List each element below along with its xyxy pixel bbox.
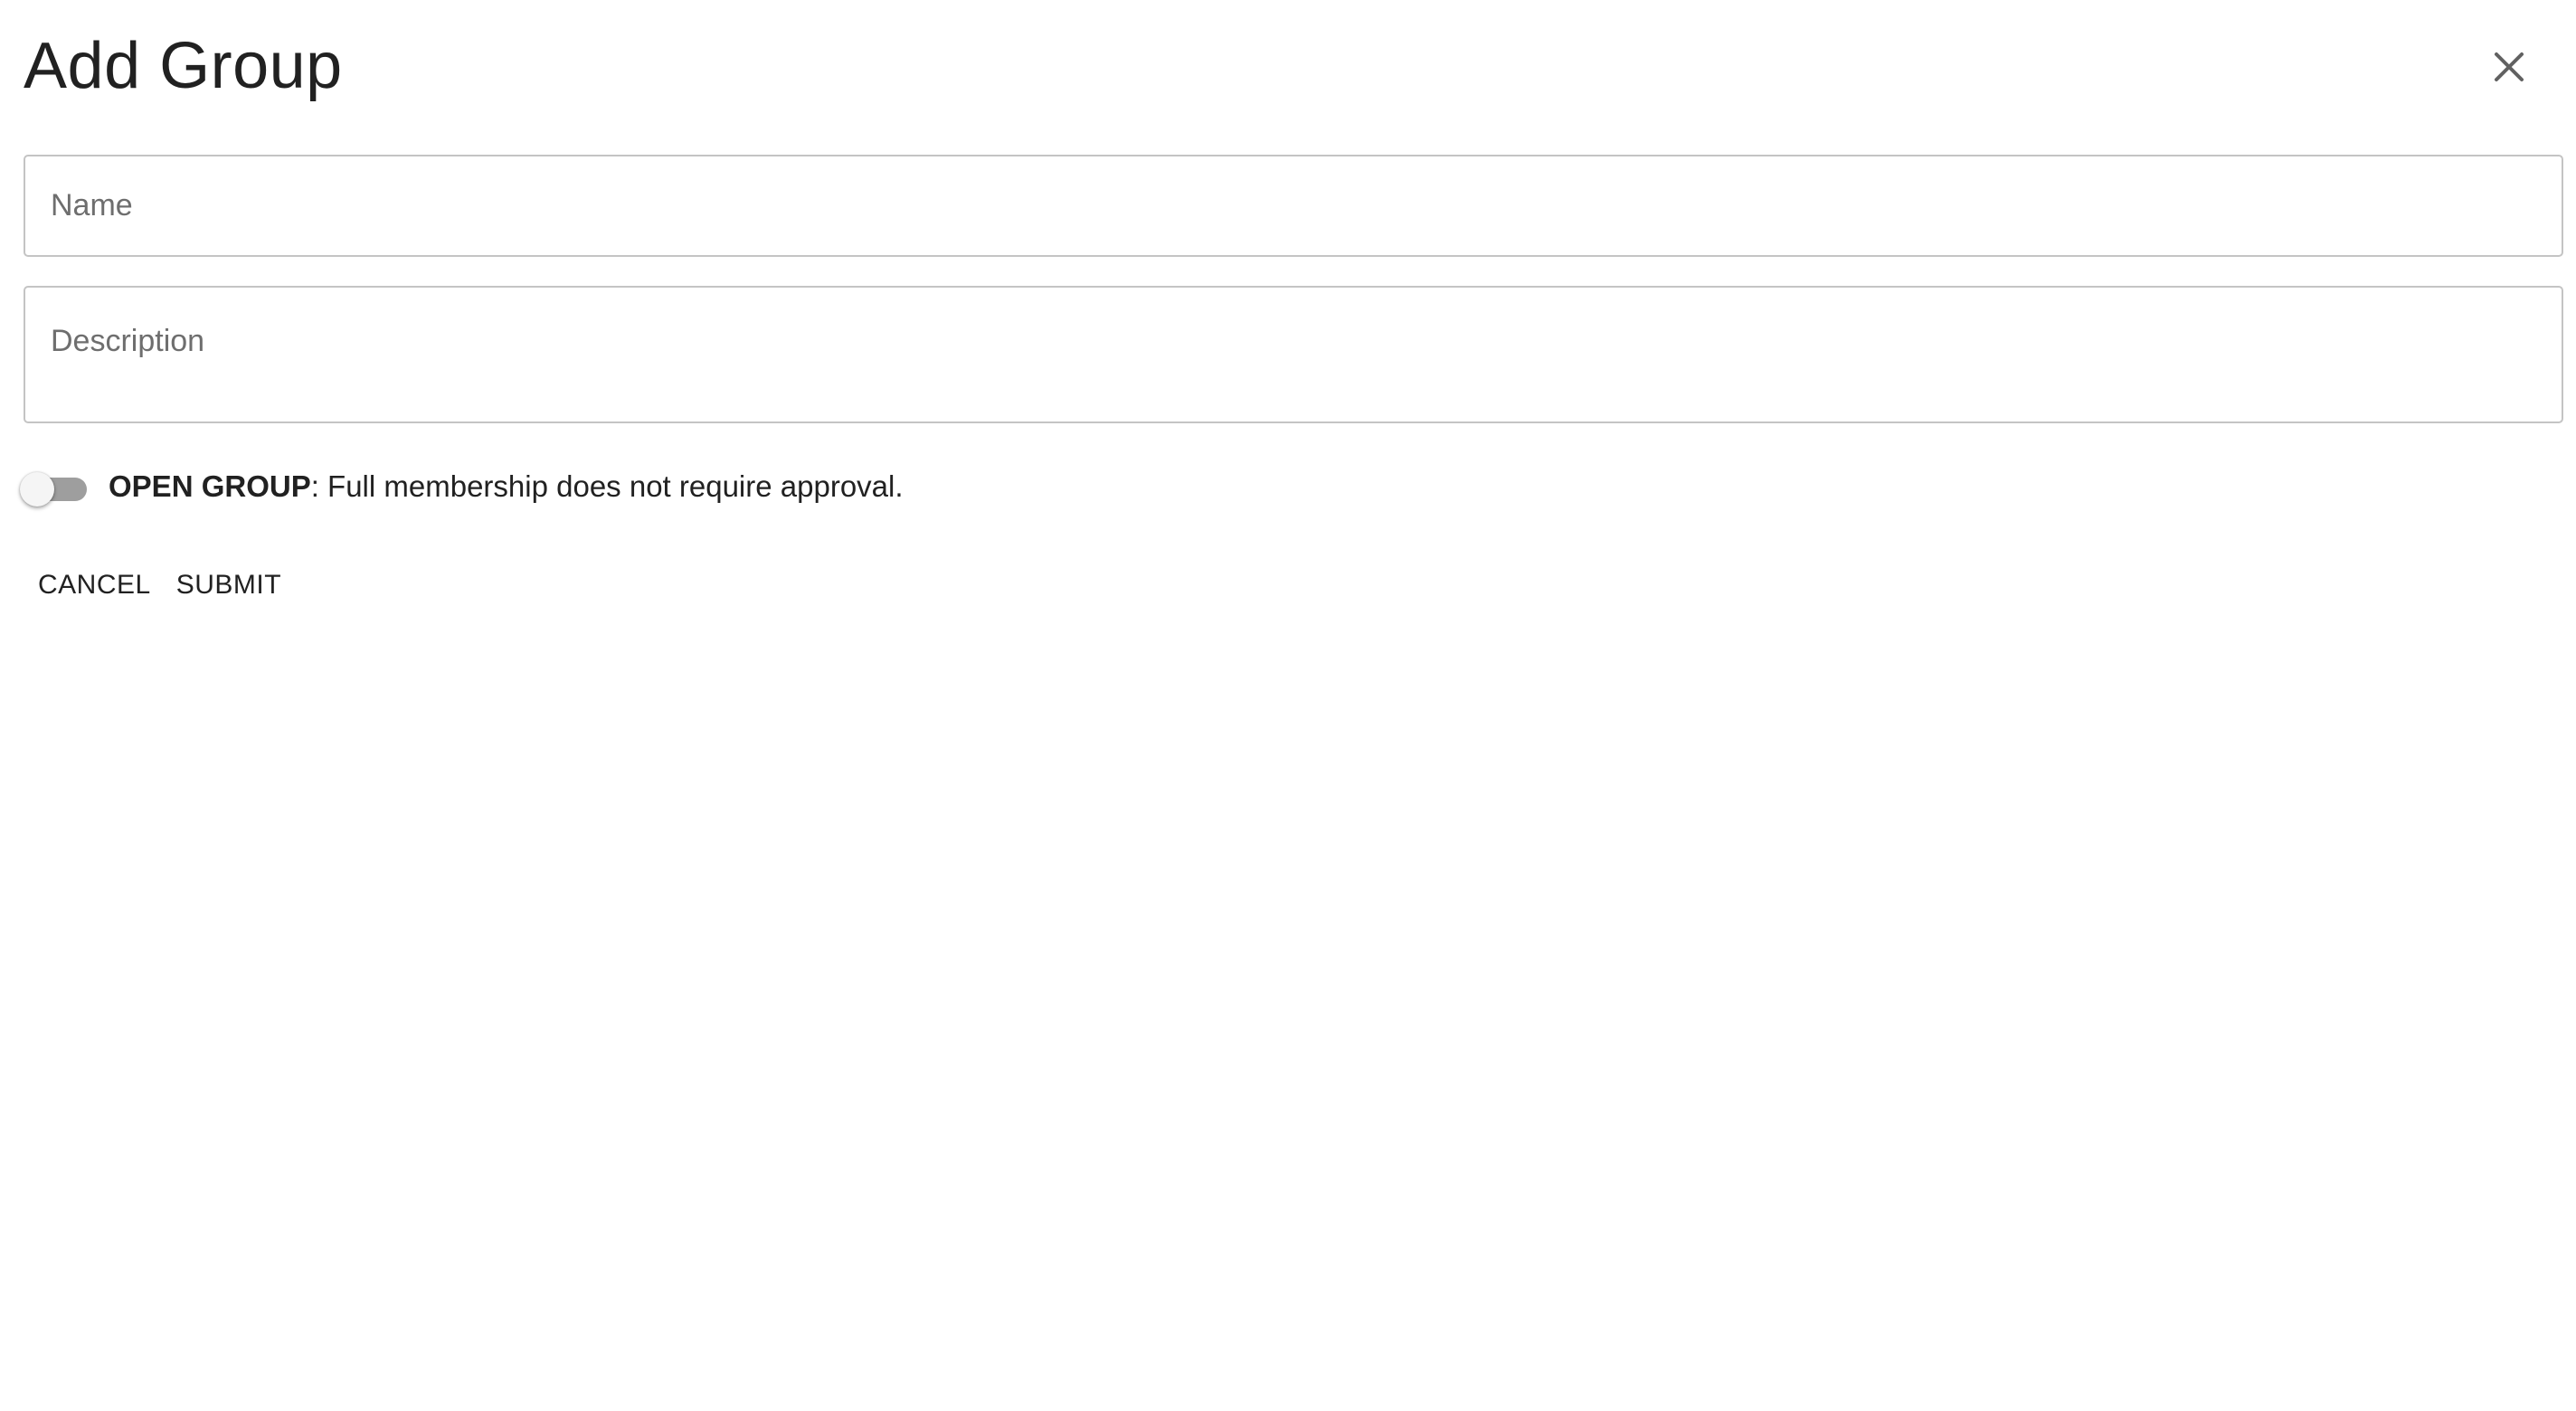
open-group-row: OPEN GROUP: Full membership does not req… [20,463,904,510]
close-icon [2495,52,2524,81]
close-button[interactable] [2478,36,2540,98]
open-group-label-strong: OPEN GROUP [109,469,311,503]
open-group-label: OPEN GROUP: Full membership does not req… [109,469,904,504]
open-group-toggle[interactable] [20,469,89,507]
cancel-button[interactable]: CANCEL [25,561,164,610]
open-group-label-rest: : Full membership does not require appro… [310,469,904,503]
name-input[interactable] [25,156,2562,255]
dialog-actions: CANCEL SUBMIT [25,561,294,610]
name-field [24,155,2563,257]
description-field [24,286,2563,423]
dialog-title: Add Group [24,30,343,102]
submit-button[interactable]: SUBMIT [164,561,294,610]
toggle-thumb [20,472,54,507]
description-input[interactable] [25,288,2562,421]
add-group-dialog: Add Group OPEN GROUP: Full membership do… [0,0,2576,1411]
